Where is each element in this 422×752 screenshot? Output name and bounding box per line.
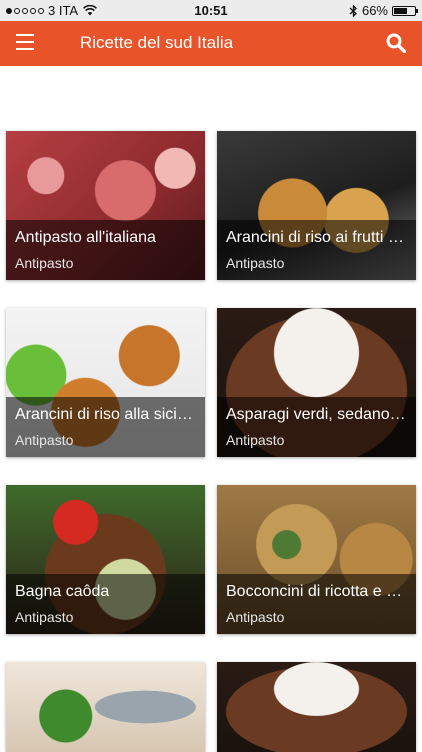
recipe-card[interactable]: Asparagi verdi, sedano e noci Antipasto <box>217 308 416 457</box>
recipe-caption: Arancini di riso ai frutti di mare Antip… <box>217 220 416 280</box>
search-icon[interactable] <box>386 33 406 53</box>
recipe-photo-placeholder <box>217 662 416 752</box>
recipe-caption: Asparagi verdi, sedano e noci Antipasto <box>217 397 416 457</box>
battery-percent: 66% <box>361 3 388 18</box>
recipe-name: Bocconcini di ricotta e spinaci <box>226 583 407 600</box>
recipe-caption: Bagna caôda Antipasto <box>6 574 205 634</box>
recipe-category: Antipasto <box>15 255 74 271</box>
recipe-name: Arancini di riso ai frutti di mare <box>226 229 407 246</box>
app-bar: Ricette del sud Italia <box>0 21 422 66</box>
recipe-photo <box>6 662 205 752</box>
bluetooth-icon <box>349 4 357 17</box>
recipe-card[interactable] <box>217 662 416 752</box>
recipe-category: Antipasto <box>15 432 74 448</box>
recipe-category: Antipasto <box>226 609 285 625</box>
recipe-caption: Bocconcini di ricotta e spinaci Antipast… <box>217 574 416 634</box>
recipe-card[interactable]: Bocconcini di ricotta e spinaci Antipast… <box>217 485 416 634</box>
recipe-card[interactable] <box>6 662 205 752</box>
recipe-caption: Antipasto all'italiana Antipasto <box>6 220 205 280</box>
recipe-category: Antipasto <box>15 609 74 625</box>
recipe-card[interactable]: Arancini di riso ai frutti di mare Antip… <box>217 131 416 280</box>
recipe-category: Antipasto <box>226 432 285 448</box>
recipe-card[interactable]: Bagna caôda Antipasto <box>6 485 205 634</box>
hamburger-menu-icon[interactable] <box>16 34 34 50</box>
status-right: 66% <box>349 3 418 18</box>
recipe-card[interactable]: Antipasto all'italiana Antipasto <box>6 131 205 280</box>
battery-icon <box>392 5 418 16</box>
recipe-card[interactable]: Arancini di riso alla siciliana Antipast… <box>6 308 205 457</box>
status-bar: 3 ITA 10:51 66% <box>0 0 422 21</box>
recipe-name: Antipasto all'italiana <box>15 229 156 246</box>
app-title: Ricette del sud Italia <box>80 33 234 52</box>
recipe-name: Arancini di riso alla siciliana <box>15 406 196 423</box>
recipe-category: Antipasto <box>226 255 285 271</box>
recipe-name: Bagna caôda <box>15 583 110 600</box>
recipe-name: Asparagi verdi, sedano e noci <box>226 406 407 423</box>
recipe-caption: Arancini di riso alla siciliana Antipast… <box>6 397 205 457</box>
